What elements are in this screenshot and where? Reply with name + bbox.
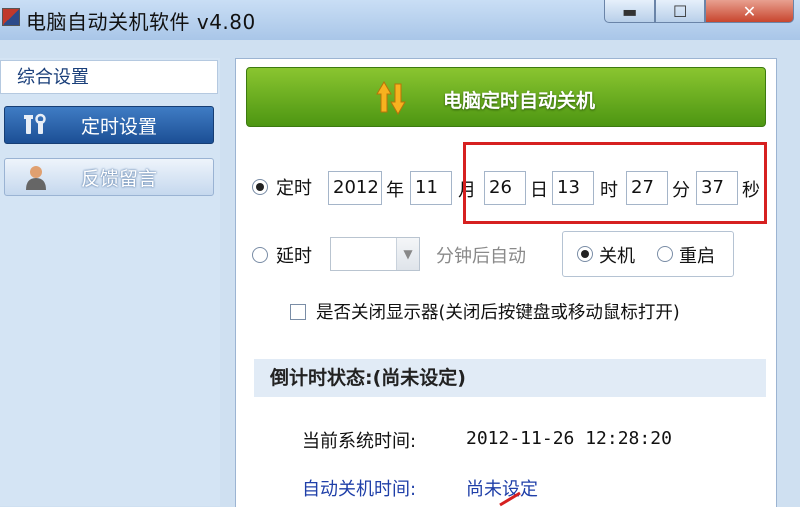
shutdown-time-label: 自动关机时间: (302, 479, 417, 500)
tools-icon (21, 112, 51, 138)
minimize-icon: ▬ (622, 1, 638, 21)
up-down-arrows-icon (376, 81, 406, 115)
year-unit: 年 (386, 180, 404, 201)
highlight-box (463, 142, 767, 224)
close-button[interactable]: ✕ (704, 0, 794, 23)
shutdown-radio[interactable] (577, 246, 593, 262)
sidebar-item-label: 反馈留言 (81, 167, 158, 190)
system-time-value: 2012-11-26 12:28:20 (466, 428, 672, 449)
restart-label: 重启 (679, 246, 715, 267)
sidebar-header: 综合设置 (0, 60, 218, 94)
sidebar-item-feedback[interactable]: 反馈留言 (4, 158, 214, 196)
sidebar-item-label: 定时设置 (81, 115, 158, 138)
chevron-down-icon[interactable]: ▼ (396, 238, 419, 270)
timed-label: 定时 (276, 178, 312, 199)
main-panel: 电脑定时自动关机 定时 2012 年 11 月 26 日 13 时 27 分 3… (235, 58, 777, 507)
sidebar-item-timer-settings[interactable]: 定时设置 (4, 106, 214, 144)
close-icon: ✕ (742, 1, 757, 21)
countdown-status: 倒计时状态:(尚未设定) (254, 359, 766, 397)
maximize-button[interactable]: ☐ (655, 0, 705, 23)
month-field[interactable]: 11 (410, 171, 452, 205)
action-group: 关机 重启 (562, 231, 734, 277)
app-icon (2, 8, 20, 26)
window-controls: ▬ ☐ ✕ (604, 0, 794, 26)
user-icon (21, 164, 51, 190)
minimize-button[interactable]: ▬ (604, 0, 656, 23)
delay-suffix: 分钟后自动 (436, 246, 526, 267)
system-time-label: 当前系统时间: (302, 431, 417, 452)
window-title: 电脑自动关机软件 v4.80 (26, 10, 256, 34)
banner-title: 电脑定时自动关机 (443, 90, 596, 112)
timed-radio[interactable] (252, 179, 268, 195)
delay-minutes-select[interactable]: ▼ (330, 237, 420, 271)
sidebar: 综合设置 定时设置 反馈留言 (0, 58, 220, 506)
delay-label: 延时 (276, 246, 312, 267)
banner: 电脑定时自动关机 (246, 67, 766, 127)
pointer-arrow-icon (499, 491, 521, 507)
title-bar: 电脑自动关机软件 v4.80 ▬ ☐ ✕ (0, 0, 800, 40)
restart-radio[interactable] (657, 246, 673, 262)
shutdown-label: 关机 (599, 246, 635, 267)
maximize-icon: ☐ (673, 1, 688, 21)
delay-radio[interactable] (252, 247, 268, 263)
close-monitor-checkbox[interactable] (290, 304, 306, 320)
close-monitor-label: 是否关闭显示器(关闭后按键盘或移动鼠标打开) (316, 303, 680, 323)
year-field[interactable]: 2012 (328, 171, 382, 205)
